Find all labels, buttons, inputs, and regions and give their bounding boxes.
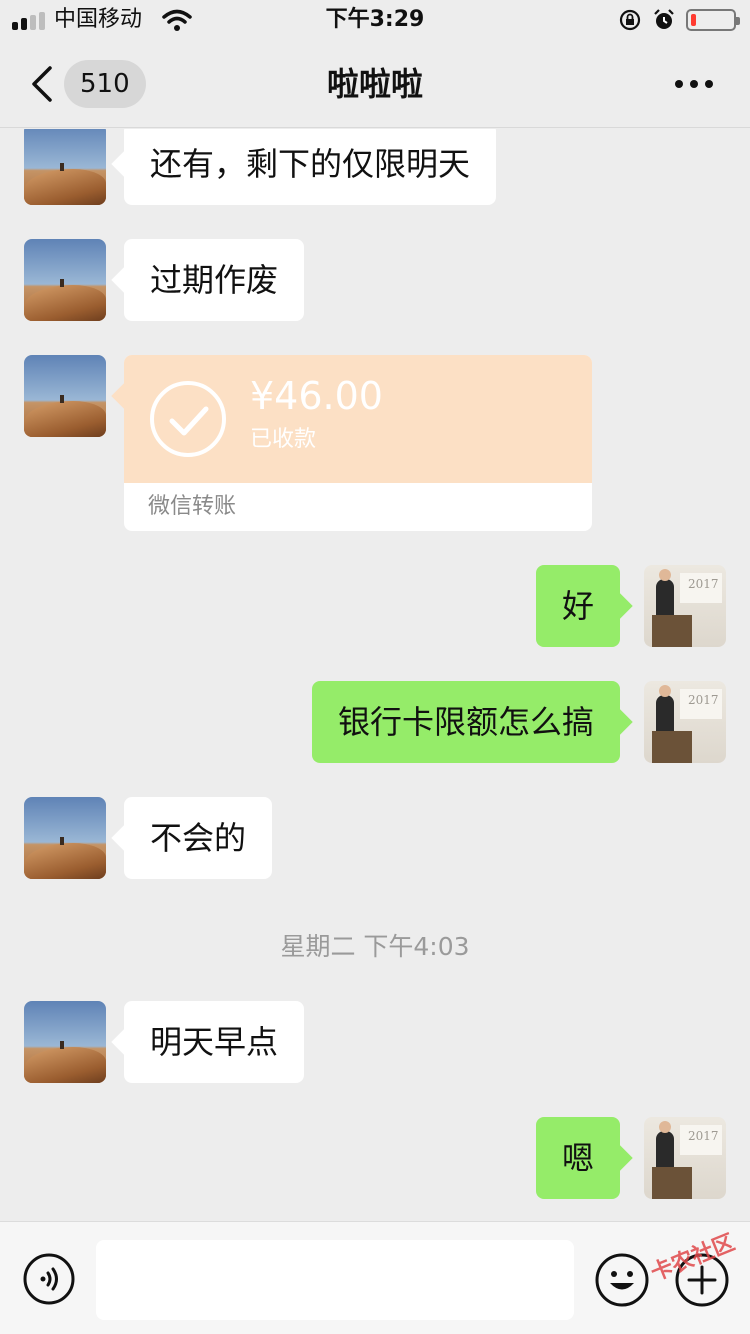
status-bar: 中国移动 下午3:29 xyxy=(0,0,750,40)
message-bubble[interactable]: 好 xyxy=(535,565,620,647)
avatar-year-text: 2017 xyxy=(688,577,719,591)
message-row: 还有，剩下的仅限明天 xyxy=(0,129,750,205)
chat-title: 啦啦啦 xyxy=(326,65,423,103)
avatar-year-text: 2017 xyxy=(688,693,719,707)
rotation-lock-icon xyxy=(619,9,641,31)
message-row: ¥46.00 已收款 微信转账 xyxy=(0,355,750,531)
message-row: 不会的 xyxy=(0,797,750,879)
contact-avatar[interactable] xyxy=(24,1001,106,1083)
transfer-status: 已收款 xyxy=(250,427,317,452)
message-input[interactable] xyxy=(96,1240,574,1320)
chat-header: 510 啦啦啦 xyxy=(0,40,750,128)
contact-avatar[interactable] xyxy=(24,797,106,879)
message-bubble[interactable]: 还有，剩下的仅限明天 xyxy=(124,129,497,205)
message-bubble[interactable]: 不会的 xyxy=(124,797,273,879)
message-row: 2017 银行卡限额怎么搞 xyxy=(0,681,750,763)
alarm-icon xyxy=(654,9,674,29)
message-timestamp: 星期二 下午4:03 xyxy=(280,932,470,961)
message-list[interactable]: 还有，剩下的仅限明天 过期作废 ¥46.00 已收款 微信转账 2017 好 2… xyxy=(0,129,750,1221)
transfer-label: 微信转账 xyxy=(148,494,237,519)
avatar-year-text: 2017 xyxy=(688,1129,719,1143)
transfer-amount: ¥46.00 xyxy=(250,374,383,418)
message-row: 过期作废 xyxy=(0,239,750,321)
battery-icon xyxy=(686,9,740,31)
input-bar xyxy=(0,1221,750,1334)
transfer-card[interactable]: ¥46.00 已收款 微信转账 xyxy=(124,355,592,531)
voice-icon[interactable] xyxy=(22,1252,76,1306)
message-row: 明天早点 xyxy=(0,1001,750,1083)
emoji-icon[interactable] xyxy=(594,1252,650,1308)
self-avatar[interactable]: 2017 xyxy=(644,1117,726,1199)
contact-avatar[interactable] xyxy=(24,239,106,321)
message-row: 2017 嗯 xyxy=(0,1117,750,1199)
contact-avatar[interactable] xyxy=(24,129,106,205)
self-avatar[interactable]: 2017 xyxy=(644,565,726,647)
message-bubble[interactable]: 银行卡限额怎么搞 xyxy=(311,681,620,763)
self-avatar[interactable]: 2017 xyxy=(644,681,726,763)
message-row: 2017 好 xyxy=(0,565,750,647)
message-bubble[interactable]: 明天早点 xyxy=(124,1001,305,1083)
message-bubble[interactable]: 嗯 xyxy=(535,1117,620,1199)
contact-avatar[interactable] xyxy=(24,355,106,437)
check-circle-icon xyxy=(150,381,226,457)
message-bubble[interactable]: 过期作废 xyxy=(124,239,305,321)
more-dots-icon[interactable] xyxy=(672,70,716,98)
